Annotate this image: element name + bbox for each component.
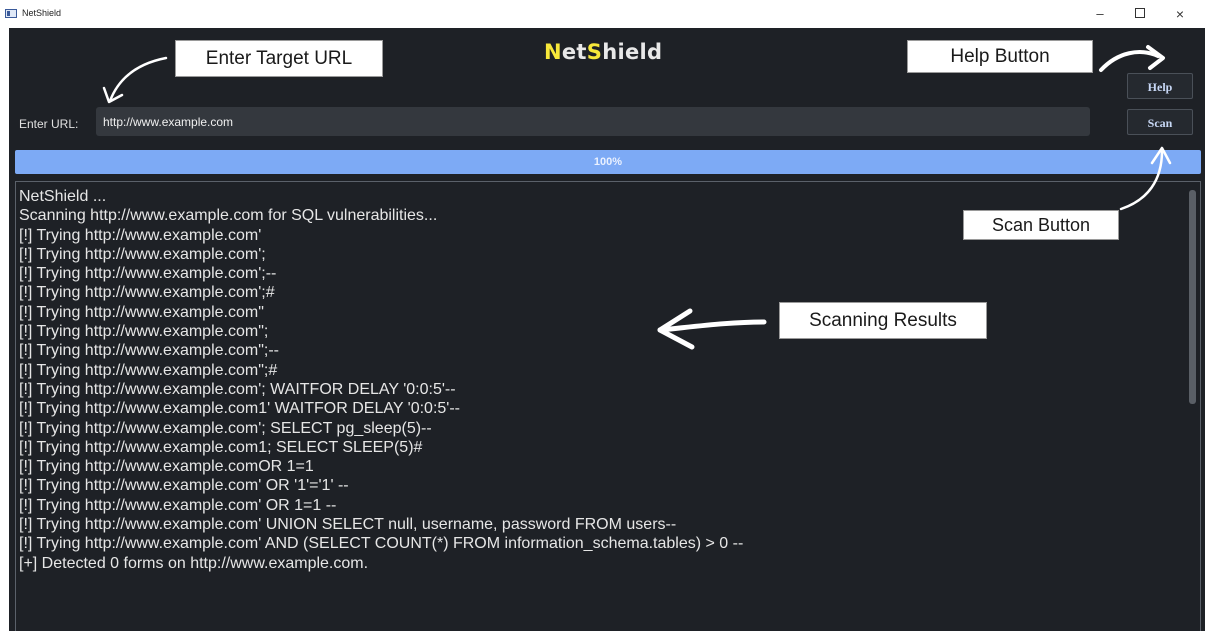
annotation-help-button: Help Button bbox=[907, 40, 1093, 73]
annotation-enter-target-url: Enter Target URL bbox=[175, 40, 383, 77]
result-line: [!] Trying http://www.example.comOR 1=1 bbox=[19, 458, 314, 476]
app-title: NetShield bbox=[544, 40, 662, 64]
scan-button[interactable]: Scan bbox=[1127, 109, 1193, 135]
result-line: [!] Trying http://www.example.com' OR '1… bbox=[19, 477, 349, 495]
result-line: NetShield ... bbox=[19, 188, 107, 205]
result-line: [!] Trying http://www.example.com' OR 1=… bbox=[19, 496, 337, 514]
window-titlebar: NetShield – × bbox=[0, 0, 1205, 28]
annotation-scanning-results: Scanning Results bbox=[779, 302, 987, 339]
results-scrollbar[interactable] bbox=[1189, 186, 1197, 626]
results-list: NetShield ... Scanning http://www.example… bbox=[19, 187, 743, 573]
result-line: [!] Trying http://www.example.com';# bbox=[19, 284, 275, 302]
result-line: [!] Trying http://www.example.com'; SELE… bbox=[19, 419, 432, 437]
result-line: [!] Trying http://www.example.com';-- bbox=[19, 265, 277, 283]
result-line: [!] Trying http://www.example.com' AND (… bbox=[19, 535, 744, 553]
result-line: [+] Detected 0 forms on http://www.examp… bbox=[19, 554, 369, 572]
close-icon: × bbox=[1175, 6, 1185, 22]
annotation-scan-button: Scan Button bbox=[963, 210, 1119, 240]
minimize-button[interactable]: – bbox=[1085, 4, 1115, 24]
result-line: [!] Trying http://www.example.com'; bbox=[19, 245, 266, 263]
results-panel[interactable]: NetShield ... Scanning http://www.example… bbox=[15, 181, 1201, 631]
result-line: [!] Trying http://www.example.com' UNION… bbox=[19, 516, 677, 534]
minimize-icon: – bbox=[1096, 6, 1104, 21]
result-line: [!] Trying http://www.example.com" bbox=[19, 303, 264, 321]
window-title: NetShield bbox=[22, 8, 62, 18]
app-window: NetShield Help Scan Enter URL: 100% NetS… bbox=[9, 28, 1205, 631]
app-title-et: et bbox=[561, 40, 587, 64]
url-label: Enter URL: bbox=[19, 117, 79, 131]
result-line: [!] Trying http://www.example.com";-- bbox=[19, 342, 279, 360]
help-button[interactable]: Help bbox=[1127, 73, 1193, 99]
maximize-button[interactable] bbox=[1125, 4, 1155, 24]
result-line: [!] Trying http://www.example.com'; WAIT… bbox=[19, 380, 456, 398]
result-line: [!] Trying http://www.example.com";# bbox=[19, 361, 278, 379]
progress-bar: 100% bbox=[15, 150, 1201, 174]
scrollbar-thumb[interactable] bbox=[1189, 190, 1196, 404]
app-title-hield: hield bbox=[602, 40, 663, 64]
progress-text: 100% bbox=[593, 156, 623, 168]
url-input[interactable] bbox=[96, 107, 1090, 136]
result-line: Scanning http://www.example.com for SQL … bbox=[19, 207, 438, 225]
result-line: [!] Trying http://www.example.com"; bbox=[19, 323, 269, 341]
maximize-icon bbox=[1135, 8, 1145, 18]
close-button[interactable]: × bbox=[1165, 4, 1195, 24]
app-title-s: S bbox=[586, 40, 603, 64]
result-line: [!] Trying http://www.example.com' bbox=[19, 226, 262, 244]
app-title-n: N bbox=[544, 40, 562, 64]
app-window-icon bbox=[5, 9, 17, 18]
result-line: [!] Trying http://www.example.com1; SELE… bbox=[19, 438, 423, 456]
result-line: [!] Trying http://www.example.com1' WAIT… bbox=[19, 400, 460, 418]
